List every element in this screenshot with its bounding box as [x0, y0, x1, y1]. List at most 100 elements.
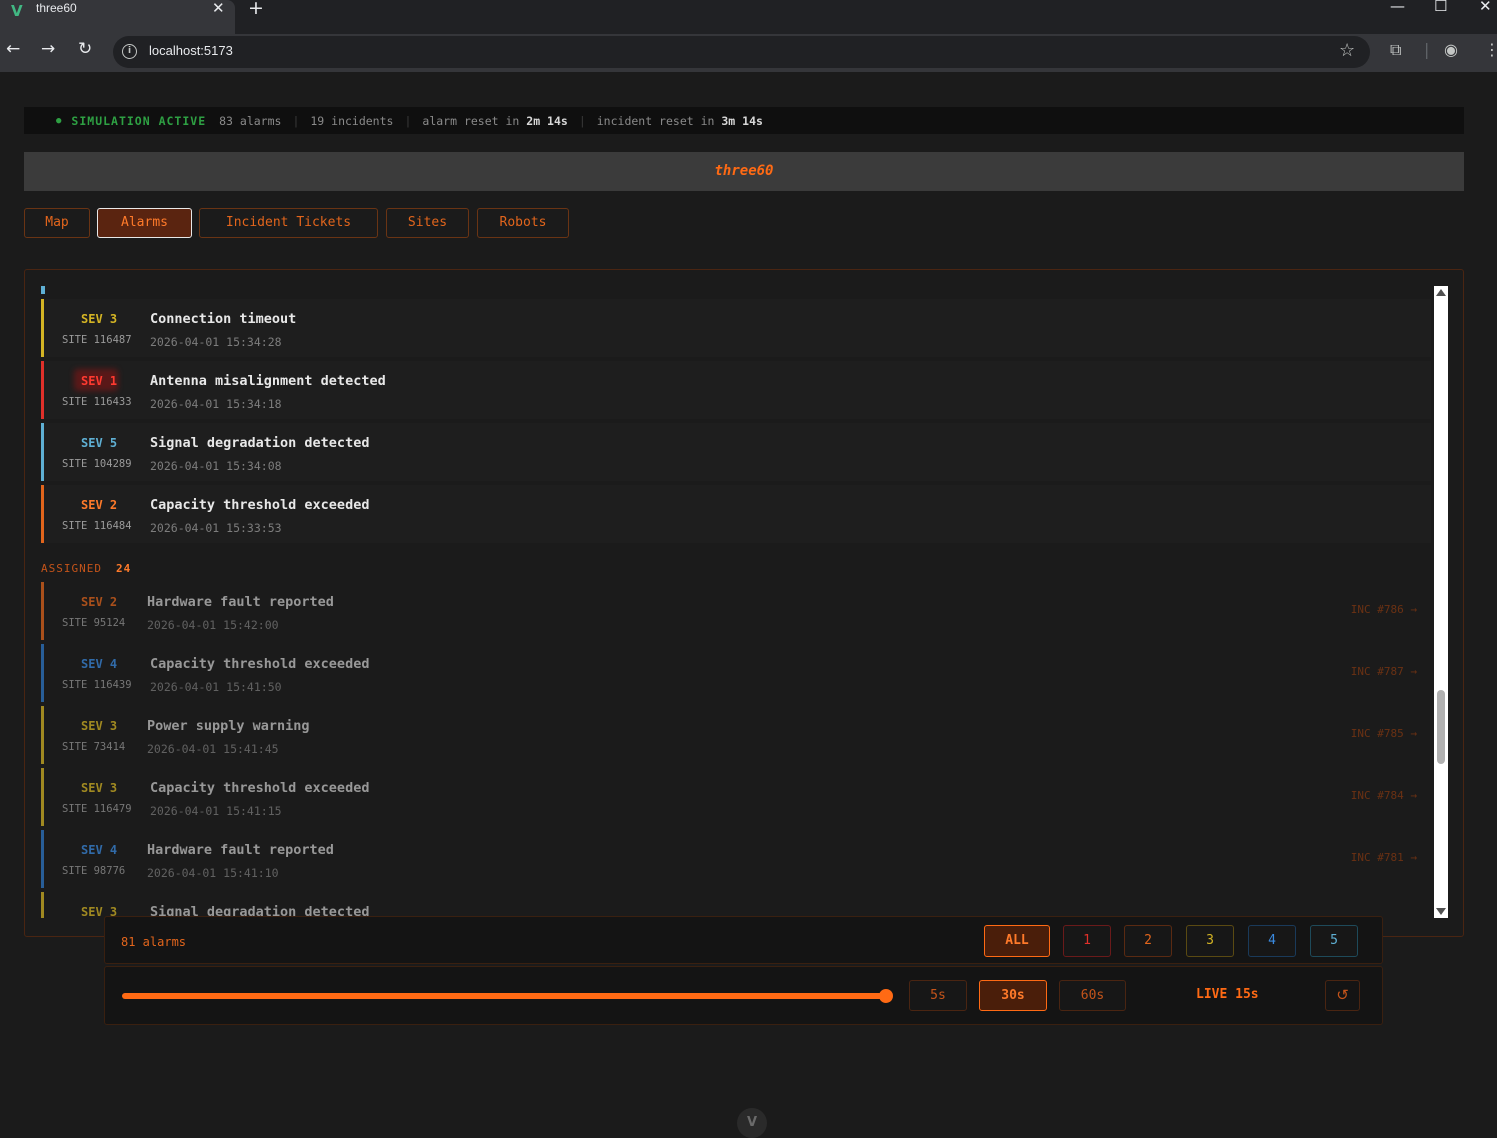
- app-root: ● SIMULATION ACTIVE 83 alarms | 19 incid…: [0, 72, 1497, 1138]
- alarm-time: 2026-04-01 15:34:08: [150, 459, 282, 473]
- alarm-title: Hardware fault reported: [147, 594, 334, 610]
- alarm-row[interactable]: SEV 2 SITE 116484 Capacity threshold exc…: [41, 485, 1431, 543]
- browser-tab[interactable]: V three60 ✕: [0, 0, 235, 34]
- filter-sev5-button[interactable]: 5: [1310, 925, 1358, 957]
- severity-badge: SEV 2: [81, 498, 118, 512]
- timeline-slider-track[interactable]: [122, 993, 886, 999]
- incident-link[interactable]: INC #786 →: [1351, 603, 1417, 616]
- bookmark-star-icon[interactable]: ☆: [1339, 40, 1355, 61]
- list-scrollbar[interactable]: [1434, 286, 1448, 918]
- alarm-time: 2026-04-01 15:41:15: [150, 804, 282, 818]
- alarm-title: Capacity threshold exceeded: [150, 497, 370, 513]
- filter-sev1-button[interactable]: 1: [1063, 925, 1111, 957]
- scroll-thumb[interactable]: [1437, 690, 1445, 764]
- alarm-panel: SEV 3 SITE 116487 Connection timeout 202…: [24, 269, 1464, 937]
- live-indicator: LIVE 15s: [1196, 987, 1259, 1002]
- interval-60s-button[interactable]: 60s: [1059, 980, 1126, 1011]
- alarm-row[interactable]: SEV 4 SITE 98776 Hardware fault reported…: [41, 830, 1431, 888]
- timeline-slider-thumb[interactable]: [879, 989, 893, 1003]
- status-separator: |: [404, 113, 412, 128]
- alarm-row[interactable]: SEV 3 SITE 73414 Power supply warning 20…: [41, 706, 1431, 764]
- tab-map[interactable]: Map: [24, 208, 90, 238]
- tab-sites[interactable]: Sites: [386, 208, 469, 238]
- brand-header: three60: [24, 152, 1464, 191]
- site-id: SITE 116433: [62, 396, 132, 408]
- alarm-title: Hardware fault reported: [147, 842, 334, 858]
- site-id: SITE 116484: [62, 520, 132, 532]
- browser-titlebar: V three60 ✕ + — ☐ ✕: [0, 0, 1497, 34]
- reset-icon[interactable]: ↺: [1325, 980, 1360, 1011]
- alarm-row[interactable]: SEV 1 SITE 116433 Antenna misalignment d…: [41, 361, 1431, 419]
- scroll-down-arrow-icon[interactable]: [1436, 908, 1446, 915]
- tab-title: three60: [36, 1, 77, 15]
- alarm-time: 2026-04-01 15:34:18: [150, 397, 282, 411]
- tab-robots[interactable]: Robots: [477, 208, 569, 238]
- severity-badge: SEV 3: [81, 312, 118, 326]
- back-icon[interactable]: ←: [6, 39, 20, 59]
- tab-incident-tickets[interactable]: Incident Tickets: [199, 208, 378, 238]
- tab-alarms[interactable]: Alarms: [97, 208, 192, 238]
- filter-all-button[interactable]: ALL: [984, 925, 1050, 957]
- alarm-reset-label: alarm reset in: [422, 113, 527, 128]
- section-label: ASSIGNED: [41, 562, 102, 575]
- severity-badge: SEV 3: [81, 781, 118, 795]
- incident-reset-timer: 3m 14s: [721, 113, 763, 128]
- browser-toolbar: ← → ↻ i localhost:5173 ☆ ⧉ | ◉ ⋮: [0, 34, 1497, 72]
- alarm-row[interactable]: SEV 3 Signal degradation detected: [41, 892, 1431, 918]
- site-id: SITE 116487: [62, 334, 132, 346]
- incident-link[interactable]: INC #781 →: [1351, 851, 1417, 864]
- section-count: 24: [115, 562, 132, 575]
- profile-icon[interactable]: ◉: [1444, 40, 1458, 59]
- severity-badge: SEV 1: [81, 374, 118, 388]
- menu-icon[interactable]: ⋮: [1484, 40, 1497, 59]
- filter-sev2-button[interactable]: 2: [1124, 925, 1172, 957]
- status-dot-icon: ●: [56, 115, 62, 126]
- alarm-row[interactable]: SEV 4 SITE 116439 Capacity threshold exc…: [41, 644, 1431, 702]
- alarm-time: 2026-04-01 15:41:50: [150, 680, 282, 694]
- scroll-up-arrow-icon[interactable]: [1436, 289, 1446, 296]
- maximize-button[interactable]: ☐: [1434, 0, 1447, 15]
- vue-devtools-icon[interactable]: V: [737, 1108, 767, 1138]
- alarm-title: Capacity threshold exceeded: [150, 656, 370, 672]
- incident-link[interactable]: INC #784 →: [1351, 789, 1417, 802]
- alarm-row[interactable]: SEV 3 SITE 116487 Connection timeout 202…: [41, 299, 1431, 357]
- interval-5s-button[interactable]: 5s: [909, 980, 967, 1011]
- new-tab-button[interactable]: +: [248, 0, 264, 19]
- alarm-time: 2026-04-01 15:41:45: [147, 742, 279, 756]
- severity-badge: SEV 4: [81, 657, 118, 671]
- list-top-marker: [41, 286, 45, 294]
- site-id: SITE 116439: [62, 679, 132, 691]
- address-bar[interactable]: i localhost:5173 ☆: [113, 36, 1370, 68]
- filter-sev4-button[interactable]: 4: [1248, 925, 1296, 957]
- incident-link[interactable]: INC #787 →: [1351, 665, 1417, 678]
- url-text[interactable]: localhost:5173: [149, 43, 233, 58]
- forward-icon[interactable]: →: [41, 39, 55, 59]
- alarm-title: Signal degradation detected: [150, 435, 370, 451]
- incident-count: 19 incidents: [310, 113, 394, 128]
- alarm-time: 2026-04-01 15:42:00: [147, 618, 279, 632]
- simulation-status-bar: ● SIMULATION ACTIVE 83 alarms | 19 incid…: [24, 107, 1464, 134]
- alarm-title: Connection timeout: [150, 311, 297, 327]
- alarm-row[interactable]: SEV 2 SITE 95124 Hardware fault reported…: [41, 582, 1431, 640]
- alarm-time: 2026-04-01 15:34:28: [150, 335, 282, 349]
- tab-close-icon[interactable]: ✕: [212, 0, 225, 17]
- window-close-button[interactable]: ✕: [1479, 0, 1492, 15]
- status-separator: |: [292, 113, 300, 128]
- severity-badge: SEV 3: [81, 719, 118, 733]
- alarm-list[interactable]: SEV 3 SITE 116487 Connection timeout 202…: [41, 286, 1433, 918]
- severity-badge: SEV 2: [81, 595, 118, 609]
- alarm-time: 2026-04-01 15:41:10: [147, 866, 279, 880]
- minimize-button[interactable]: —: [1390, 0, 1405, 15]
- tab-search-icon[interactable]: ⧉: [1390, 40, 1401, 60]
- alarm-row[interactable]: SEV 3 SITE 116479 Capacity threshold exc…: [41, 768, 1431, 826]
- alarm-title: Capacity threshold exceeded: [150, 780, 370, 796]
- filter-sev3-button[interactable]: 3: [1186, 925, 1234, 957]
- reload-icon[interactable]: ↻: [78, 39, 92, 59]
- alarm-row[interactable]: SEV 5 SITE 104289 Signal degradation det…: [41, 423, 1431, 481]
- severity-filter-bar: 81 alarms ALL 1 2 3 4 5: [104, 916, 1383, 964]
- interval-30s-button[interactable]: 30s: [979, 980, 1047, 1011]
- alarm-reset-timer: 2m 14s: [526, 113, 568, 128]
- filtered-alarm-count: 81 alarms: [121, 935, 187, 949]
- incident-link[interactable]: INC #785 →: [1351, 727, 1417, 740]
- site-info-icon[interactable]: i: [122, 44, 137, 59]
